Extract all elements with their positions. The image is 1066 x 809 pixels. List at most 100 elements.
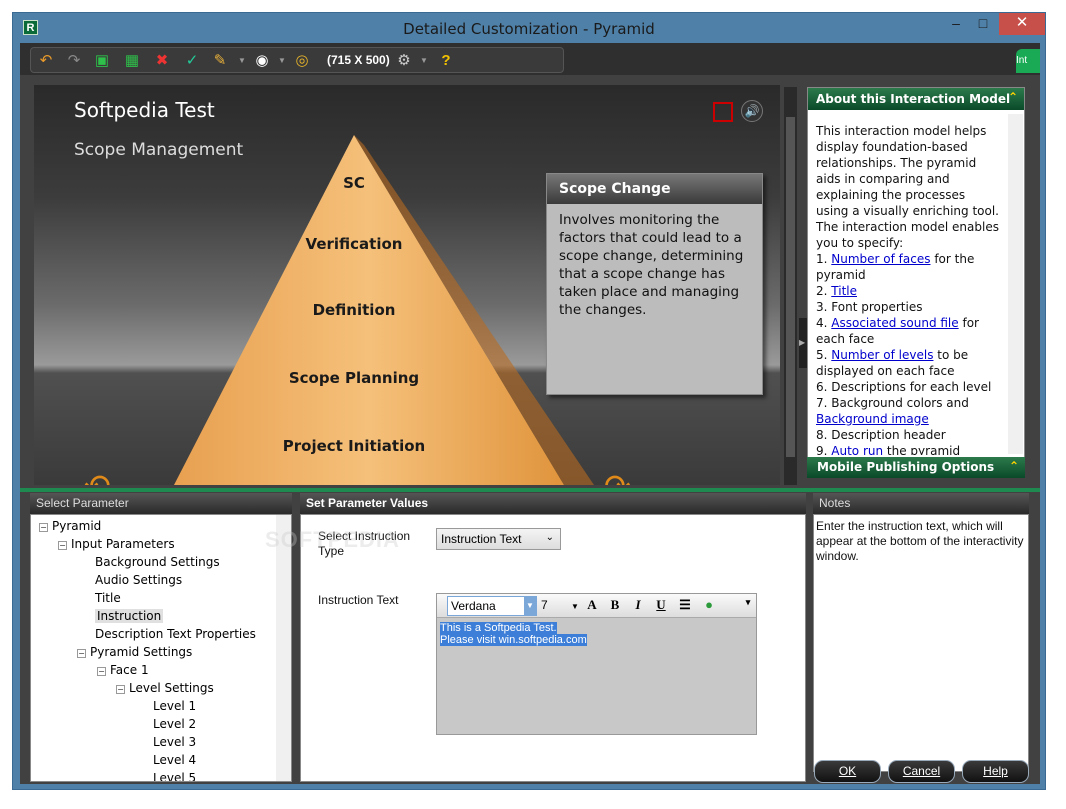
rotate-right-arrow-icon[interactable]: ↷	[604, 467, 654, 485]
panel-splitter[interactable]	[20, 488, 1040, 492]
parameter-tree: − Pyramid − Input Parameters Background Sett…	[30, 514, 292, 782]
about-item-number: 3.	[816, 300, 828, 314]
delete-icon[interactable]: ✖	[151, 51, 173, 71]
tree-node[interactable]: Level 4	[149, 753, 196, 767]
stage-title: Softpedia Test	[74, 98, 215, 122]
tree-node[interactable]: Instruction	[91, 609, 164, 623]
minimize-button[interactable]: –	[941, 13, 971, 35]
editor-line-2: Please visit win.softpedia.com	[440, 634, 587, 646]
eye-icon[interactable]: ◉	[251, 51, 273, 71]
tree-scrollbar[interactable]	[276, 515, 291, 781]
target-icon[interactable]: ◎	[291, 51, 313, 71]
redo-icon[interactable]: ↷	[63, 51, 85, 71]
palette-icon[interactable]: ✎	[209, 51, 231, 71]
gear-icon[interactable]: ⚙	[393, 51, 415, 71]
sound-icon[interactable]: 🔊	[741, 100, 763, 122]
about-heading[interactable]: About this Interaction Model ⌃	[808, 88, 1024, 110]
collapse-chevron-icon[interactable]: ⌃	[1008, 90, 1018, 104]
close-button[interactable]: ✕	[999, 13, 1045, 35]
tree-toggle-icon[interactable]: −	[39, 523, 48, 532]
ok-button[interactable]: OK	[814, 760, 881, 783]
rotate-left-arrow-icon[interactable]: ↶	[84, 467, 134, 485]
tree-node-label: Level 5	[153, 771, 197, 782]
tree-node[interactable]: − Pyramid	[39, 519, 101, 533]
description-box: Scope Change Involves monitoring the fac…	[546, 173, 763, 395]
font-size-select[interactable]: 7 ▼	[541, 598, 579, 612]
save-icon[interactable]: ▣	[91, 51, 113, 71]
maximize-button[interactable]: □	[968, 13, 998, 35]
red-frame-marker[interactable]	[713, 102, 733, 122]
underline-icon[interactable]: U	[653, 597, 669, 613]
toolbar-overflow-icon[interactable]: ▾	[740, 597, 756, 608]
tree-node-label: Level 1	[153, 699, 197, 713]
about-item-link[interactable]: Number of levels	[831, 348, 933, 362]
tree-node-label: Audio Settings	[95, 573, 183, 587]
tree-node[interactable]: − Pyramid Settings	[77, 645, 192, 659]
about-list-item: 8. Description header	[816, 427, 1000, 443]
chevron-down-icon: ▼	[524, 597, 536, 615]
undo-icon[interactable]: ↶	[35, 51, 57, 71]
instruction-type-value: Instruction Text	[441, 532, 522, 546]
interaction-tab[interactable]: Int	[1016, 49, 1040, 73]
help-icon[interactable]: ?	[435, 51, 457, 71]
tree-node[interactable]: Level 5	[149, 771, 197, 782]
stage-subtitle: Scope Management	[74, 140, 244, 160]
chevron-down-icon[interactable]: ▼	[271, 51, 293, 71]
about-body: This interaction model helps display fou…	[808, 110, 1008, 455]
title-bar[interactable]: R Detailed Customization - Pyramid – □ ✕	[13, 13, 1045, 43]
tree-node-label: Level Settings	[129, 681, 214, 695]
bullet-list-icon[interactable]: ☰	[677, 597, 693, 613]
about-item-number: 2.	[816, 284, 828, 298]
save-all-icon[interactable]: ▦	[121, 51, 143, 71]
chevron-down-icon[interactable]: ▼	[413, 51, 435, 71]
tree-node[interactable]: Title	[91, 591, 121, 605]
tree-node-label: Pyramid	[52, 519, 102, 533]
tree-toggle-icon[interactable]: −	[77, 649, 86, 658]
about-item-text: Description header	[831, 428, 946, 442]
insert-link-icon[interactable]: ●	[701, 597, 717, 613]
toolbar: ↶ ↷ ▣ ▦ ✖ ✓ ✎ ▼ ◉ ▼ ◎ (715 X 500) ⚙ ▼ ? …	[20, 43, 1040, 75]
about-list-item: 4. Associated sound file for each face	[816, 315, 1000, 347]
about-item-link[interactable]: Associated sound file	[831, 316, 958, 330]
about-panel: About this Interaction Model ⌃ This inte…	[807, 87, 1025, 477]
cancel-button[interactable]: Cancel	[888, 760, 955, 783]
tree-node[interactable]: Level 2	[149, 717, 196, 731]
tree-node[interactable]: Description Text Properties	[91, 627, 256, 641]
collapse-sidebar-handle[interactable]: ▶	[799, 318, 807, 368]
tree-toggle-icon[interactable]: −	[116, 685, 125, 694]
expand-chevron-icon[interactable]: ⌃	[1009, 459, 1019, 473]
italic-icon[interactable]: I	[630, 597, 646, 613]
about-scrollbar[interactable]	[1008, 114, 1023, 454]
about-list-item: 5. Number of levels to be displayed on e…	[816, 347, 1000, 379]
about-item-link[interactable]: Auto run	[831, 444, 883, 455]
client-area: ↶ ↷ ▣ ▦ ✖ ✓ ✎ ▼ ◉ ▼ ◎ (715 X 500) ⚙ ▼ ? …	[20, 43, 1040, 784]
font-color-icon[interactable]: A	[584, 597, 600, 613]
spellcheck-icon[interactable]: ✓	[181, 51, 203, 71]
chevron-down-icon[interactable]: ▼	[231, 51, 253, 71]
font-select[interactable]: Verdana ▼	[447, 596, 537, 616]
about-item-link[interactable]: Background image	[816, 412, 929, 426]
resolution-label[interactable]: (715 X 500)	[327, 53, 390, 67]
about-item-link[interactable]: Title	[831, 284, 857, 298]
stage-scrollbar[interactable]	[784, 87, 797, 485]
instruction-type-select[interactable]: Instruction Text ⌄	[436, 528, 561, 550]
tree-node[interactable]: Audio Settings	[91, 573, 182, 587]
mobile-publishing-heading[interactable]: Mobile Publishing Options ⌃	[807, 457, 1025, 478]
tree-toggle-icon[interactable]: −	[58, 541, 67, 550]
about-item-text: Descriptions for each level	[831, 380, 992, 394]
tree-node[interactable]: Level 3	[149, 735, 196, 749]
instruction-text-editor[interactable]: Verdana ▼ 7 ▼ A B I U ☰ ● ▾ This is a So…	[436, 593, 757, 735]
tree-toggle-icon[interactable]: −	[97, 667, 106, 676]
bold-icon[interactable]: B	[607, 597, 623, 613]
about-list-item: Background image	[816, 411, 1000, 427]
about-item-link[interactable]: Number of faces	[831, 252, 930, 266]
editor-text[interactable]: This is a Softpedia Test. Please visit w…	[437, 618, 756, 650]
tree-node[interactable]: Level 1	[149, 699, 196, 713]
help-button[interactable]: Help	[962, 760, 1029, 783]
tree-node[interactable]: − Face 1	[97, 663, 149, 677]
tree-node[interactable]: Background Settings	[91, 555, 220, 569]
pyramid-level-5[interactable]: Project Initiation	[34, 437, 674, 455]
tree-node[interactable]: − Input Parameters	[58, 537, 175, 551]
tree-node[interactable]: − Level Settings	[116, 681, 214, 695]
about-item-text: the pyramid	[883, 444, 961, 455]
